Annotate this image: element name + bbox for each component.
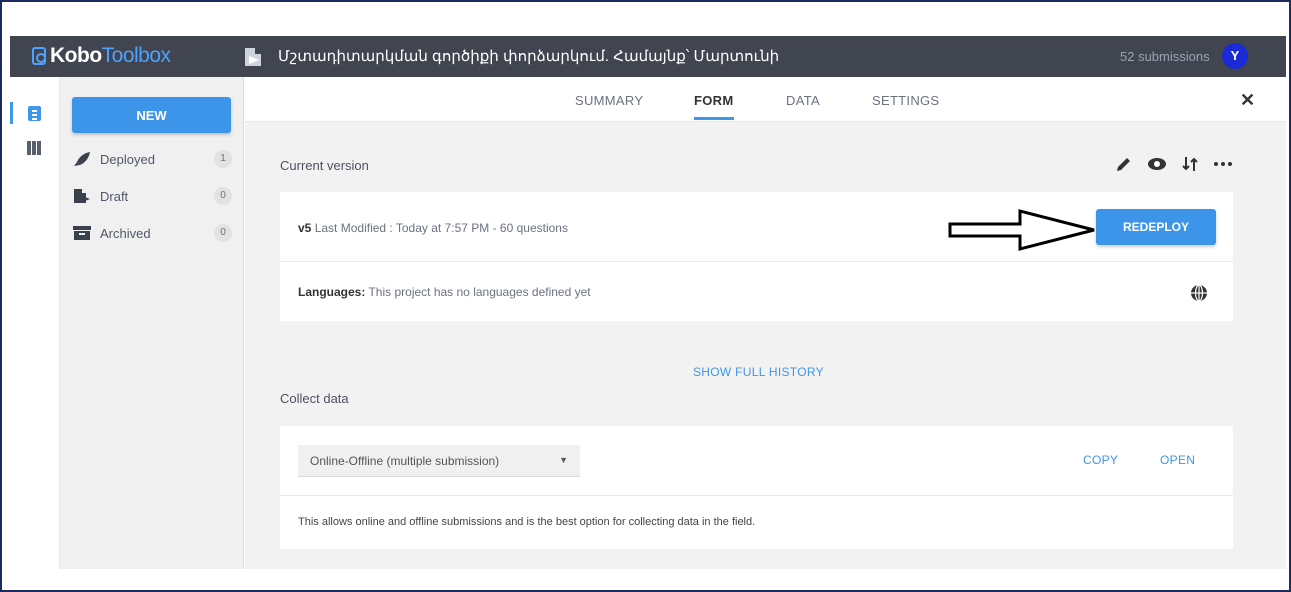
last-modified-text: Last Modified : Today at 7:57 PM - 60 qu…	[314, 221, 568, 235]
sidebar-item-label: Deployed	[100, 151, 155, 167]
draft-icon	[72, 188, 92, 204]
version-info: v5 Last Modified : Today at 7:57 PM - 60…	[298, 221, 568, 235]
languages-info: Languages: This project has no languages…	[298, 285, 591, 299]
icon-rail	[10, 77, 60, 569]
rocket-icon	[72, 151, 92, 167]
version-card: v5 Last Modified : Today at 7:57 PM - 60…	[280, 192, 1233, 321]
logo-text-bold: Kobo	[50, 44, 102, 67]
archive-icon	[72, 225, 92, 241]
tab-summary[interactable]: SUMMARY	[575, 93, 643, 108]
version-number: v5	[298, 221, 312, 235]
count-badge: 0	[214, 187, 232, 205]
version-row: v5 Last Modified : Today at 7:57 PM - 60…	[280, 192, 1233, 262]
collect-description-row: This allows online and offline submissio…	[280, 496, 1233, 549]
tab-settings[interactable]: SETTINGS	[872, 93, 939, 108]
globe-icon[interactable]	[1190, 284, 1208, 302]
collect-data-card: Online-Offline (multiple submission) ▼ C…	[280, 426, 1233, 549]
edit-pencil-icon[interactable]	[1115, 155, 1133, 173]
logo-text-light: Toolbox	[101, 44, 171, 67]
open-button[interactable]: OPEN	[1160, 453, 1195, 467]
languages-text: This project has no languages defined ye…	[368, 285, 591, 299]
tab-form[interactable]: FORM	[694, 93, 733, 108]
sidebar-item-archived[interactable]: Archived 0	[72, 222, 232, 244]
count-badge: 1	[214, 150, 232, 168]
sidebar-item-label: Draft	[100, 188, 129, 204]
user-avatar[interactable]: Y	[1222, 43, 1248, 69]
close-icon[interactable]: ✕	[1240, 90, 1255, 111]
submissions-count: 52 submissions	[1120, 49, 1210, 64]
languages-label: Languages:	[298, 285, 366, 299]
kobotoolbox-logo[interactable]: Kobo Toolbox	[32, 42, 171, 70]
tab-data[interactable]: DATA	[786, 93, 820, 108]
collect-data-heading: Collect data	[280, 391, 349, 406]
sidebar-item-draft[interactable]: Draft 0	[72, 185, 232, 207]
rail-active-indicator	[10, 102, 13, 124]
count-badge: 0	[214, 224, 232, 242]
preview-eye-icon[interactable]	[1147, 155, 1167, 173]
tabs-bar: SUMMARY FORM DATA SETTINGS ✕	[245, 77, 1286, 122]
top-bar: Kobo Toolbox Մշտադիտարկման գործիքի փորձար…	[10, 36, 1286, 77]
annotation-arrow	[948, 209, 1095, 251]
collect-method-select[interactable]: Online-Offline (multiple submission) ▼	[298, 445, 580, 477]
new-button[interactable]: NEW	[72, 97, 231, 133]
collect-method-description: This allows online and offline submissio…	[298, 516, 756, 528]
sidebar-item-label: Archived	[100, 225, 151, 241]
selected-option: Online-Offline (multiple submission)	[310, 454, 500, 468]
show-full-history-link[interactable]: SHOW FULL HISTORY	[693, 365, 824, 379]
replace-form-icon[interactable]	[1181, 155, 1199, 173]
languages-row: Languages: This project has no languages…	[280, 262, 1233, 321]
project-title: Մշտադիտարկման գործիքի փորձարկում. Համայն…	[278, 48, 780, 65]
project-form-icon	[245, 48, 261, 66]
sidebar-item-deployed[interactable]: Deployed 1	[72, 148, 232, 170]
forms-icon[interactable]	[28, 106, 41, 121]
collect-method-row: Online-Offline (multiple submission) ▼ C…	[280, 426, 1233, 496]
caret-down-icon: ▼	[559, 455, 568, 465]
logo-icon	[32, 47, 46, 65]
screenshot-frame: Kobo Toolbox Մշտադիտարկման գործիքի փորձար…	[0, 0, 1291, 592]
more-options-icon[interactable]	[1213, 155, 1233, 173]
form-toolbar	[1115, 155, 1233, 173]
copy-button[interactable]: COPY	[1083, 453, 1118, 467]
current-version-heading: Current version	[280, 158, 369, 173]
sidebar: NEW Deployed 1 Draft 0 Archived 0	[60, 77, 244, 569]
redeploy-button[interactable]: REDEPLOY	[1096, 209, 1216, 245]
library-icon[interactable]	[27, 141, 43, 155]
active-tab-underline	[694, 117, 734, 120]
main-panel: SUMMARY FORM DATA SETTINGS ✕ Current ver…	[245, 77, 1286, 569]
